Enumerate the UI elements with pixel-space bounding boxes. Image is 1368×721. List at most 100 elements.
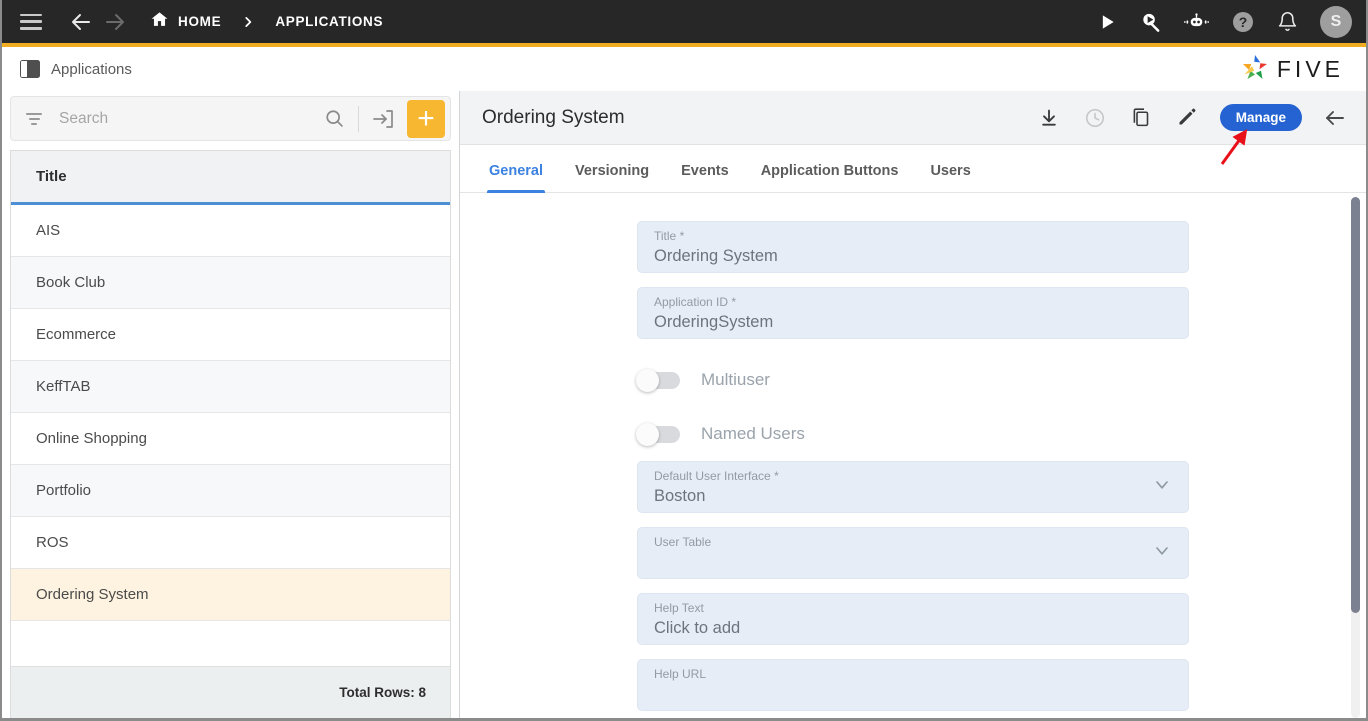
field-help-url-label: Help URL [654, 667, 707, 681]
toggle-row-multiuser: Multiuser [636, 353, 1189, 407]
chevron-down-icon[interactable] [1152, 475, 1172, 500]
grid-footer: Total Rows: 8 [11, 666, 450, 718]
field-default-user-interface-label: Default User Interface * [654, 469, 779, 483]
total-rows-label: Total Rows: 8 [339, 685, 426, 700]
detail-header-actions: Manage [1036, 104, 1348, 131]
grid-rows: AIS Book Club Ecommerce KeffTAB Online S… [11, 205, 450, 666]
field-help-text[interactable]: Help Text Click to add [637, 593, 1189, 645]
list-item[interactable]: KeffTAB [11, 361, 450, 414]
form-column: Title * Ordering System Application ID *… [636, 193, 1189, 718]
application-window: HOME APPLICATIONS ? S Applications FIVE … [0, 0, 1368, 721]
breadcrumb-home-label: HOME [178, 14, 222, 29]
five-pinwheel-icon [1240, 52, 1270, 87]
list-item[interactable]: AIS [11, 205, 450, 258]
row-title: Portfolio [36, 482, 92, 500]
edit-pencil-icon[interactable] [1174, 105, 1200, 131]
page-title: Ordering System [482, 106, 625, 128]
row-title: Book Club [36, 274, 106, 292]
list-item[interactable]: Book Club [11, 257, 450, 310]
field-title-label: Title * [654, 229, 685, 243]
chevron-down-icon[interactable] [1152, 541, 1172, 566]
breadcrumb-item-home[interactable]: HOME [150, 10, 221, 34]
search-play-icon[interactable] [1139, 10, 1162, 33]
field-application-id-label: Application ID * [654, 295, 737, 309]
search-icon[interactable] [317, 102, 351, 136]
back-arrow-icon[interactable] [64, 5, 98, 39]
named-users-toggle[interactable] [636, 422, 680, 446]
field-user-table-label: User Table [654, 535, 712, 549]
grid-header-row: Title [11, 151, 450, 206]
field-help-text-label: Help Text [654, 601, 704, 615]
list-item[interactable]: Ecommerce [11, 309, 450, 362]
named-users-label: Named Users [701, 424, 805, 443]
close-panel-arrow-icon[interactable] [1322, 105, 1348, 131]
tab-application-buttons[interactable]: Application Buttons [745, 163, 915, 192]
robot-icon[interactable] [1184, 12, 1209, 32]
tab-versioning[interactable]: Versioning [559, 163, 665, 192]
user-avatar[interactable]: S [1320, 5, 1352, 38]
row-title: KeffTAB [36, 378, 91, 396]
add-application-button[interactable] [407, 99, 445, 138]
field-user-table-value [654, 550, 1172, 574]
field-title-value: Ordering System [654, 247, 778, 265]
field-title[interactable]: Title * Ordering System [637, 221, 1189, 273]
column-header-title[interactable]: Title [36, 168, 67, 185]
toggle-row-named-users: Named Users [636, 407, 1189, 461]
scrollbar-thumb[interactable] [1351, 197, 1360, 613]
import-icon[interactable] [366, 102, 400, 136]
help-icon[interactable]: ? [1231, 10, 1255, 34]
copy-icon[interactable] [1128, 105, 1154, 131]
field-application-id-value: OrderingSystem [654, 313, 774, 331]
five-logo-text: FIVE [1276, 55, 1344, 82]
general-form-area: Title * Ordering System Application ID *… [460, 193, 1366, 718]
workspace-subheader: Applications FIVE [2, 47, 1366, 91]
applications-grid: Title AIS Book Club Ecommerce KeffTAB On… [10, 150, 451, 718]
breadcrumb-item-applications[interactable]: APPLICATIONS [275, 14, 383, 29]
toolbar-divider [358, 105, 359, 132]
main-body: Title AIS Book Club Ecommerce KeffTAB On… [2, 91, 1366, 718]
row-title: Ecommerce [36, 326, 117, 344]
workspace-tab-applications[interactable]: Applications [20, 60, 132, 78]
multiuser-toggle[interactable] [636, 368, 680, 392]
breadcrumb-separator-icon [241, 14, 255, 30]
list-item[interactable]: Online Shopping [11, 413, 450, 466]
bell-icon[interactable] [1277, 11, 1298, 32]
hamburger-menu-icon[interactable] [20, 13, 42, 30]
multiuser-label: Multiuser [701, 370, 770, 389]
row-title: Online Shopping [36, 430, 147, 448]
history-clock-icon[interactable] [1082, 105, 1108, 131]
field-application-id[interactable]: Application ID * OrderingSystem [637, 287, 1189, 339]
search-bar [10, 96, 451, 142]
list-item[interactable]: ROS [11, 517, 450, 570]
tab-users[interactable]: Users [914, 163, 986, 192]
tab-general[interactable]: General [473, 163, 559, 193]
tab-events[interactable]: Events [665, 163, 745, 192]
list-item-empty [11, 621, 450, 666]
search-input[interactable] [59, 109, 317, 128]
applications-list-panel: Title AIS Book Club Ecommerce KeffTAB On… [2, 91, 460, 718]
application-detail-panel: Ordering System Manage General Versionin… [460, 91, 1366, 718]
field-default-user-interface-value: Boston [654, 487, 706, 505]
top-navigation-bar: HOME APPLICATIONS ? S [2, 0, 1366, 47]
row-title: AIS [36, 222, 61, 240]
detail-header: Ordering System Manage [460, 91, 1366, 145]
row-title: Ordering System [36, 586, 149, 604]
manage-button[interactable]: Manage [1219, 104, 1302, 131]
top-bar-actions: ? S [1097, 5, 1352, 38]
five-logo: FIVE [1240, 52, 1344, 87]
list-item[interactable]: Portfolio [11, 465, 450, 518]
panel-split-icon [20, 60, 40, 78]
download-icon[interactable] [1036, 105, 1062, 131]
list-item-selected[interactable]: Ordering System [11, 569, 450, 622]
forward-arrow-icon[interactable] [98, 5, 132, 39]
play-icon[interactable] [1097, 12, 1117, 32]
field-help-text-value: Click to add [654, 619, 741, 637]
filter-icon[interactable] [25, 112, 43, 125]
workspace-tab-label: Applications [51, 60, 132, 78]
breadcrumb: HOME APPLICATIONS [150, 10, 383, 34]
home-icon [150, 10, 169, 34]
detail-tabs: General Versioning Events Application Bu… [460, 145, 1366, 193]
field-default-user-interface[interactable]: Default User Interface * Boston [637, 461, 1189, 513]
field-help-url[interactable]: Help URL [637, 659, 1189, 711]
field-user-table[interactable]: User Table [637, 527, 1189, 579]
